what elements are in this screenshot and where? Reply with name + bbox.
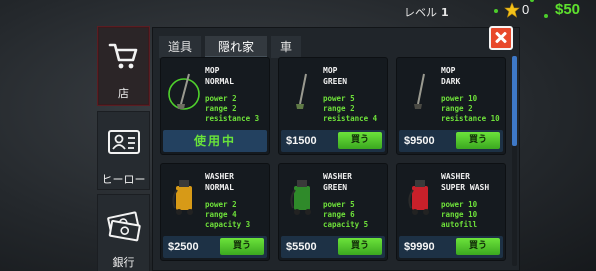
tab-tools[interactable]: 道具 — [159, 36, 201, 58]
item-price: $9500 — [404, 135, 435, 147]
pressure-washer-icon — [172, 180, 193, 215]
money-icon — [106, 211, 141, 242]
pressure-washer-icon — [290, 180, 311, 215]
star-count: 0 — [522, 2, 530, 17]
item-card-washer-green: WASHER GREEN power 5 range 6 capacity 5 … — [278, 163, 388, 261]
item-price: $1500 — [286, 135, 317, 147]
mop-icon — [296, 73, 307, 109]
scrollbar[interactable] — [512, 56, 517, 266]
item-stats: power 5 range 6 capacity 5 — [323, 200, 369, 229]
buy-button[interactable]: 買う — [220, 238, 264, 255]
item-stats: power 10 range 10 autofill — [441, 200, 478, 229]
mop-icon — [168, 73, 200, 110]
tab-car[interactable]: 車 — [271, 36, 301, 58]
sparkle-icon — [530, 0, 534, 2]
card-footer: $2500 買う — [163, 236, 267, 258]
mop-icon — [414, 73, 425, 109]
item-card-washer-normal: WASHER NORMAL power 2 range 4 capacity 3… — [160, 163, 270, 261]
level-label: レベル — [404, 6, 437, 19]
item-name: MOP NORMAL — [205, 66, 234, 86]
item-price: $9990 — [404, 241, 435, 253]
item-card-mop-dark: MOP DARK power 10 range 2 resistance 10 … — [396, 57, 506, 155]
item-card-mop-normal: MOP NORMAL power 2 range 2 resistance 3 … — [160, 57, 270, 155]
buy-button[interactable]: 買う — [338, 132, 382, 149]
nav-label-hero: ヒーロー — [101, 173, 146, 186]
scrollbar-thumb[interactable] — [512, 56, 517, 146]
nav-label-shop: 店 — [118, 87, 129, 100]
item-name: MOP DARK — [441, 66, 461, 86]
item-card-mop-green: MOP GREEN power 5 range 2 resistance 4 $… — [278, 57, 388, 155]
buy-button[interactable]: 買う — [456, 132, 500, 149]
top-hud: レベル 1 0 $50 — [0, 0, 596, 22]
item-price: $5500 — [286, 241, 317, 253]
nav-item-bank[interactable]: 銀行 — [97, 194, 150, 271]
item-stats: power 5 range 2 resistance 4 — [323, 94, 378, 123]
buy-button[interactable]: 買う — [456, 238, 500, 255]
nav-item-hero[interactable]: ヒーロー — [97, 111, 150, 190]
item-name: WASHER NORMAL — [205, 172, 234, 192]
item-stats: power 2 range 2 resistance 3 — [205, 94, 260, 123]
level-value: 1 — [441, 6, 449, 19]
item-stats: power 10 range 2 resistance 10 — [441, 94, 500, 123]
item-name: WASHER GREEN — [323, 172, 352, 192]
card-footer: $1500 買う — [281, 130, 385, 152]
tab-hideout[interactable]: 隠れ家 — [205, 36, 267, 58]
item-name: WASHER SUPER WASH — [441, 172, 490, 192]
sparkle-icon — [494, 9, 498, 13]
item-stats: power 2 range 4 capacity 3 — [205, 200, 251, 229]
buy-button[interactable]: 買う — [338, 238, 382, 255]
nav-label-bank: 銀行 — [112, 256, 135, 269]
item-name: MOP GREEN — [323, 66, 348, 86]
level-display: レベル 1 — [404, 4, 449, 20]
in-use-badge: 使用中 — [163, 130, 267, 152]
sparkle-icon — [544, 14, 548, 18]
card-footer: $9500 買う — [399, 130, 503, 152]
close-button[interactable] — [489, 26, 513, 50]
cart-icon — [108, 43, 137, 69]
in-use-label: 使用中 — [193, 134, 236, 148]
side-nav: 店 ヒーロー 銀行 — [97, 26, 150, 271]
id-card-icon — [107, 130, 140, 154]
star-icon — [504, 2, 520, 18]
pressure-washer-icon — [408, 180, 429, 215]
card-footer: $9990 買う — [399, 236, 503, 258]
item-price: $2500 — [168, 241, 199, 253]
card-footer: $5500 買う — [281, 236, 385, 258]
nav-item-shop[interactable]: 店 — [97, 26, 150, 106]
item-card-washer-super: WASHER SUPER WASH power 10 range 10 auto… — [396, 163, 506, 261]
money-display: $50 — [555, 1, 581, 18]
